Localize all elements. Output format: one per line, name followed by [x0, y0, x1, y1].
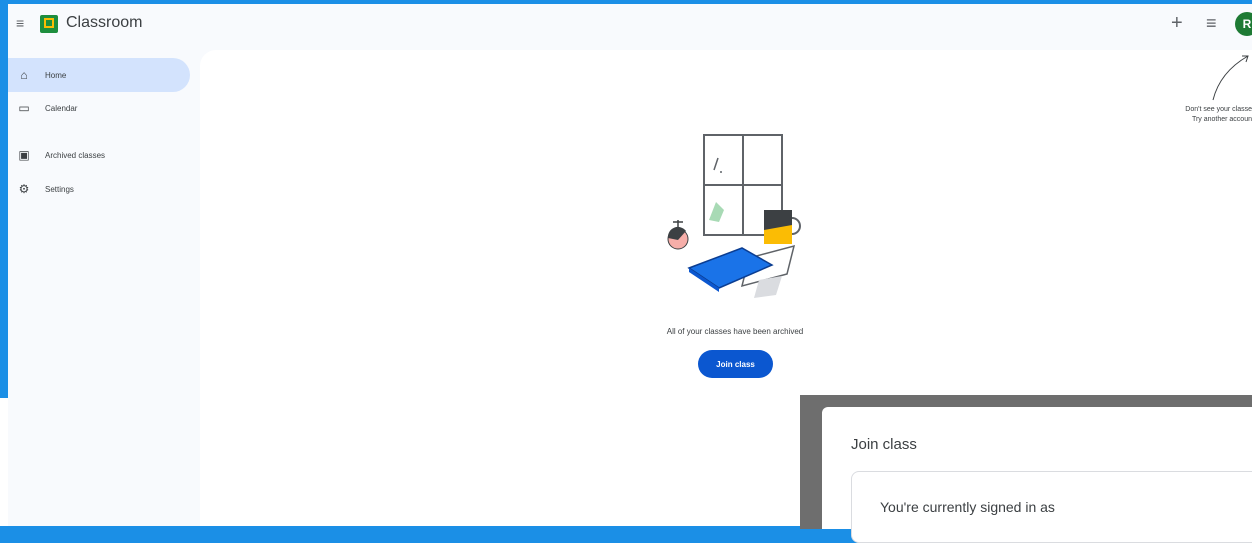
calendar-icon: ▭ [18, 101, 30, 115]
frame-edge [0, 398, 8, 529]
sidebar-item-archived-classes[interactable]: ▣ Archived classes [8, 138, 190, 172]
account-hint: Don't see your classe Try another accoun [1148, 105, 1252, 125]
sidebar-item-label: Settings [45, 184, 74, 194]
classroom-logo-icon [40, 15, 58, 33]
sidebar-item-settings[interactable]: ⚙ Settings [8, 172, 190, 206]
join-class-dialog: Join class You're currently signed in as [822, 407, 1252, 543]
sidebar-item-home[interactable]: ⌂ Home [8, 58, 190, 92]
signed-in-text: You're currently signed in as [880, 499, 1055, 515]
avatar[interactable]: R [1235, 12, 1252, 36]
sidebar-item-label: Home [45, 70, 67, 80]
sidebar-item-label: Archived classes [45, 150, 106, 160]
apps-icon[interactable]: ≡ [1206, 13, 1217, 33]
gear-icon: ⚙ [18, 182, 30, 196]
archive-icon: ▣ [18, 148, 30, 162]
account-card: You're currently signed in as [851, 471, 1252, 543]
hint-arrow [1212, 55, 1249, 101]
app-title[interactable]: Classroom [66, 14, 142, 32]
home-icon: ⌂ [20, 68, 28, 82]
sidebar: ⌂ Home ▭ Calendar ▣ Archived classes ⚙ S… [8, 50, 198, 526]
empty-state-illustration [667, 134, 801, 298]
empty-state-message: All of your classes have been archived [666, 327, 804, 336]
top-bar: ≡ Classroom + ≡ R [8, 4, 1252, 46]
hint-line-2: Try another accoun [1191, 116, 1252, 123]
hint-line-1: Don't see your classe [1185, 106, 1252, 113]
menu-icon[interactable]: ≡ [16, 16, 30, 30]
add-icon[interactable]: + [1171, 13, 1183, 33]
sidebar-item-label: Calendar [45, 103, 78, 113]
dialog-title: Join class [851, 436, 917, 453]
sidebar-item-calendar[interactable]: ▭ Calendar [8, 91, 190, 125]
join-class-button[interactable]: Join class [698, 350, 773, 378]
